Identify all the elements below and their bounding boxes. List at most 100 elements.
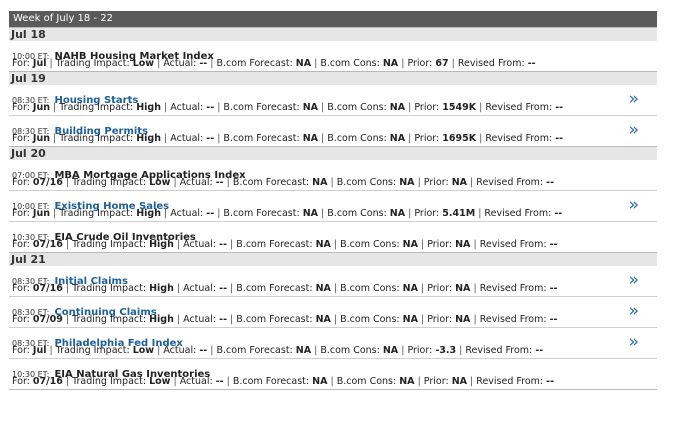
- period-label: For:: [12, 58, 30, 69]
- separator: |: [333, 239, 338, 250]
- prior-label: Prior:: [414, 102, 440, 113]
- separator: |: [321, 102, 325, 113]
- event-row[interactable]: 08:30 ET: Philadelphia Fed Index For: Jul…: [9, 328, 657, 359]
- revised-label: Revised From:: [476, 177, 544, 188]
- economic-calendar: Week of July 18 - 22 Jul 18 10:00 ET: NAH…: [9, 11, 657, 390]
- consensus-value: NA: [402, 314, 418, 325]
- prior-value: NA: [455, 239, 471, 250]
- impact-value: High: [149, 283, 174, 294]
- consensus-label: B.com Cons:: [320, 58, 380, 69]
- event-row[interactable]: 08:30 ET: Initial Claims For: 07/16 | Tra…: [9, 266, 657, 297]
- actual-label: Actual:: [183, 314, 217, 325]
- event-details-line: For: 07/09 | Trading Impact: High | Actu…: [12, 314, 557, 325]
- impact-value: High: [149, 314, 174, 325]
- period-value: Jun: [32, 133, 50, 144]
- period-label: For:: [12, 208, 30, 219]
- event-row: 10:30 ET: EIA Natural Gas Inventories For…: [9, 359, 657, 389]
- separator: |: [470, 177, 474, 188]
- separator: |: [65, 314, 70, 325]
- forecast-value: NA: [312, 177, 328, 188]
- event-details-line: For: 07/16 | Trading Impact: Low | Actua…: [12, 376, 554, 387]
- revised-label: Revised From:: [479, 239, 547, 250]
- period-value: 07/16: [32, 376, 63, 387]
- consensus-label: B.com Cons:: [340, 314, 400, 325]
- separator: |: [417, 177, 421, 188]
- revised-value: --: [546, 376, 555, 387]
- event-details-line: For: Jul | Trading Impact: Low | Actual:…: [12, 345, 543, 356]
- actual-value: --: [206, 102, 215, 113]
- event-row[interactable]: 10:00 ET: Existing Home Sales For: Jun | …: [9, 191, 657, 222]
- actual-value: --: [219, 314, 228, 325]
- forecast-label: B.com Forecast:: [236, 314, 313, 325]
- actual-value: --: [206, 133, 215, 144]
- event-details-line: For: 07/16 | Trading Impact: High | Actu…: [12, 283, 557, 294]
- day-header: Jul 18: [9, 27, 657, 41]
- impact-label: Trading Impact:: [59, 102, 134, 113]
- period-value: 07/16: [32, 239, 63, 250]
- event-row[interactable]: 08:30 ET: Housing Starts For: Jun | Tradi…: [9, 85, 657, 116]
- separator: |: [157, 345, 161, 356]
- chevron-right-icon[interactable]: »: [629, 272, 639, 289]
- separator: |: [473, 239, 477, 250]
- impact-value: High: [136, 208, 161, 219]
- period-value: 07/09: [32, 314, 63, 325]
- separator: |: [321, 133, 325, 144]
- separator: |: [408, 208, 412, 219]
- chevron-right-icon[interactable]: »: [629, 334, 639, 351]
- prior-label: Prior:: [407, 58, 433, 69]
- consensus-value: NA: [399, 376, 415, 387]
- separator: |: [333, 283, 338, 294]
- separator: |: [217, 102, 221, 113]
- chevron-right-icon[interactable]: »: [629, 122, 639, 139]
- separator: |: [451, 58, 455, 69]
- consensus-value: NA: [382, 58, 399, 69]
- revised-label: Revised From:: [465, 345, 533, 356]
- separator: |: [470, 376, 474, 387]
- forecast-value: NA: [315, 239, 331, 250]
- forecast-label: B.com Forecast:: [216, 58, 293, 69]
- impact-value: High: [136, 133, 161, 144]
- event-row[interactable]: 08:30 ET: Building Permits For: Jun | Tra…: [9, 116, 657, 146]
- actual-label: Actual:: [183, 283, 217, 294]
- consensus-value: NA: [402, 239, 418, 250]
- actual-label: Actual:: [170, 102, 204, 113]
- separator: |: [420, 283, 425, 294]
- prior-value: -3.3: [435, 345, 457, 356]
- period-value: Jun: [32, 102, 50, 113]
- forecast-label: B.com Forecast:: [236, 283, 313, 294]
- separator: |: [479, 133, 483, 144]
- revised-label: Revised From:: [484, 208, 552, 219]
- revised-value: --: [555, 133, 564, 144]
- actual-label: Actual:: [163, 345, 197, 356]
- separator: |: [210, 58, 214, 69]
- day-header: Jul 19: [9, 71, 657, 85]
- bottom-divider: [9, 389, 657, 390]
- chevron-right-icon[interactable]: »: [629, 91, 639, 108]
- prior-value: NA: [455, 283, 471, 294]
- revised-label: Revised From:: [485, 133, 553, 144]
- impact-label: Trading Impact:: [55, 345, 130, 356]
- impact-value: Low: [132, 345, 155, 356]
- consensus-value: NA: [389, 102, 406, 113]
- chevron-right-icon[interactable]: »: [629, 303, 639, 320]
- actual-label: Actual:: [179, 376, 213, 387]
- forecast-label: B.com Forecast:: [216, 345, 293, 356]
- event-row[interactable]: 08:30 ET: Continuing Claims For: 07/09 | …: [9, 297, 657, 328]
- consensus-label: B.com Cons:: [340, 239, 400, 250]
- prior-label: Prior:: [427, 239, 453, 250]
- prior-value: NA: [455, 314, 471, 325]
- consensus-label: B.com Cons:: [320, 345, 380, 356]
- prior-value: 5.41M: [442, 208, 476, 219]
- event-row: 10:00 ET: NAHB Housing Market Index For: …: [9, 41, 657, 71]
- period-label: For:: [12, 314, 30, 325]
- separator: |: [401, 345, 405, 356]
- impact-label: Trading Impact:: [72, 239, 147, 250]
- event-details-line: For: Jun | Trading Impact: High | Actual…: [12, 208, 562, 219]
- prior-value: 1695K: [442, 133, 477, 144]
- chevron-right-icon[interactable]: »: [629, 197, 639, 214]
- prior-label: Prior:: [414, 208, 440, 219]
- separator: |: [176, 283, 181, 294]
- prior-label: Prior:: [407, 345, 433, 356]
- separator: |: [420, 314, 425, 325]
- forecast-value: NA: [315, 283, 331, 294]
